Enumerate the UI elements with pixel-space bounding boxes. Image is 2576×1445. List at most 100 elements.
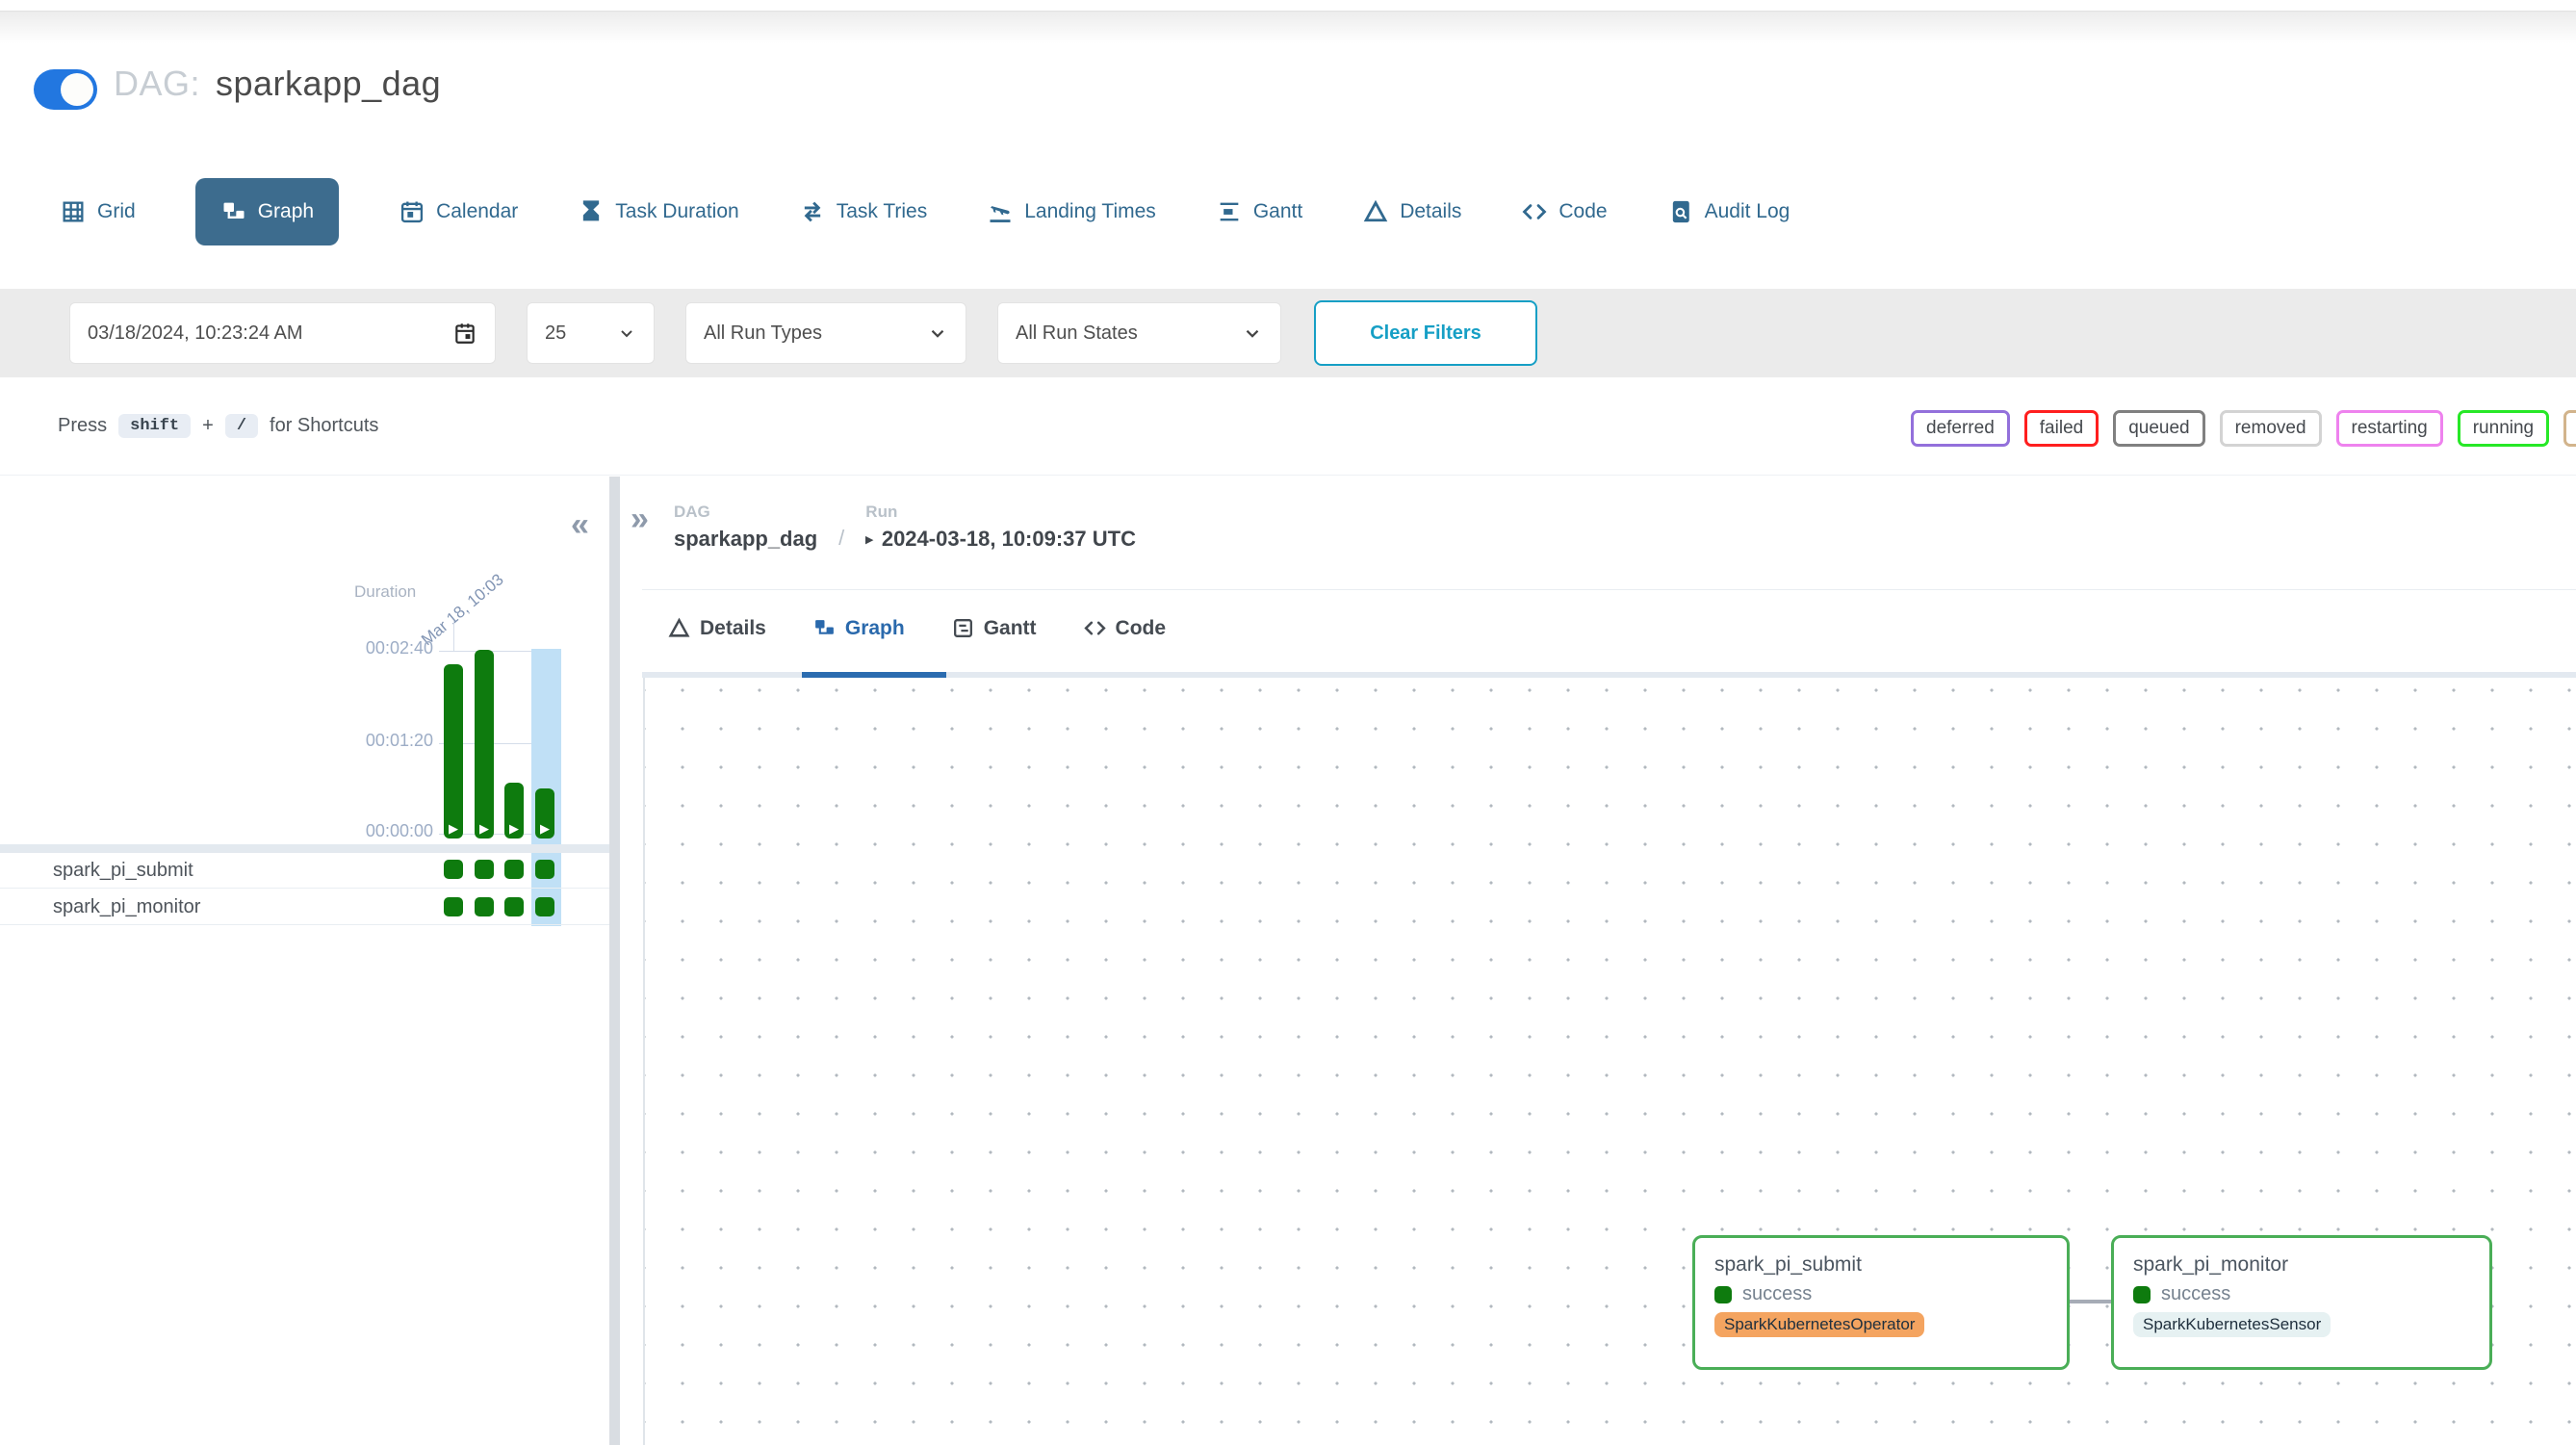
tab-label: Gantt bbox=[984, 617, 1037, 640]
tab-label: Landing Times bbox=[1024, 200, 1156, 223]
details-icon bbox=[667, 616, 691, 640]
toolbar-divider bbox=[0, 475, 2576, 476]
tab-label: Audit Log bbox=[1705, 200, 1790, 223]
task-instance-spark_pi_submit-run-3[interactable] bbox=[535, 860, 554, 879]
tab-audit-log[interactable]: Audit Log bbox=[1667, 198, 1790, 225]
task-instance-spark_pi_submit-run-0[interactable] bbox=[444, 860, 463, 879]
tab-label: Calendar bbox=[436, 200, 518, 223]
header-shadow bbox=[0, 11, 2576, 47]
toggle-knob bbox=[61, 73, 93, 106]
operator-badge: SparkKubernetesOperator bbox=[1714, 1312, 1924, 1337]
task-label-spark_pi_submit[interactable]: spark_pi_submit bbox=[53, 860, 193, 882]
tab-task-duration[interactable]: Task Duration bbox=[578, 198, 738, 225]
tab-label: Task Duration bbox=[615, 200, 738, 223]
legend-badge-queued[interactable]: queued bbox=[2113, 410, 2204, 447]
legend-badge-restarting[interactable]: restarting bbox=[2336, 410, 2443, 447]
state-legend: deferred failed queued removed restarting run… bbox=[1911, 410, 2576, 447]
task-instance-spark_pi_monitor-run-3[interactable] bbox=[535, 897, 554, 916]
base-date-value: 03/18/2024, 10:23:24 AM bbox=[88, 323, 303, 345]
tab-landing-times[interactable]: Landing Times bbox=[987, 198, 1156, 225]
airflow-dag-page: DAG: sparkapp_dag Grid Graph Calendar Ta… bbox=[0, 0, 2576, 1445]
tab-label: Graph bbox=[845, 617, 905, 640]
edge-spark_pi_submit-spark_pi_monitor bbox=[2070, 1300, 2111, 1303]
y-tick: 00:01:20 bbox=[345, 731, 433, 751]
tab-label: Graph bbox=[258, 200, 314, 223]
duration-bar-run-3[interactable]: ▶ bbox=[535, 788, 554, 839]
chevron-down-icon bbox=[1242, 323, 1263, 344]
tab-graph[interactable]: Graph bbox=[195, 178, 339, 245]
dag-view-tabs: Grid Graph Calendar Task Duration Task T… bbox=[60, 173, 1790, 250]
shortcuts-hint: Press shift + / for Shortcuts bbox=[58, 414, 378, 438]
graph-icon bbox=[812, 616, 837, 640]
play-icon: ▶ bbox=[475, 822, 494, 835]
task-instance-spark_pi_submit-run-2[interactable] bbox=[504, 860, 524, 879]
tab-label: Code bbox=[1116, 617, 1167, 640]
task-instance-spark_pi_submit-run-1[interactable] bbox=[475, 860, 494, 879]
task-label-spark_pi_monitor[interactable]: spark_pi_monitor bbox=[53, 896, 200, 918]
breadcrumb-run-value[interactable]: ▸ 2024-03-18, 10:09:37 UTC bbox=[865, 527, 1136, 552]
run-tab-details[interactable]: Details bbox=[667, 616, 766, 640]
breadcrumb-run: Run ▸ 2024-03-18, 10:09:37 UTC bbox=[865, 503, 1136, 552]
state-dot bbox=[1714, 1286, 1732, 1303]
shortcuts-text: Press bbox=[58, 415, 107, 437]
breadcrumb-dag-value[interactable]: sparkapp_dag bbox=[674, 527, 817, 552]
calendar-icon bbox=[452, 321, 477, 346]
state-dot bbox=[2133, 1286, 2151, 1303]
grid-icon bbox=[60, 198, 87, 225]
duration-bar-run-1[interactable]: ▶ bbox=[475, 650, 494, 839]
tab-code[interactable]: Code bbox=[1521, 198, 1607, 225]
tab-label: Code bbox=[1558, 200, 1607, 223]
breadcrumb-dag-label: DAG bbox=[674, 503, 817, 522]
tab-gantt[interactable]: Gantt bbox=[1216, 198, 1302, 225]
legend-badge-deferred[interactable]: deferred bbox=[1911, 410, 2010, 447]
run-types-select[interactable]: All Run Types bbox=[685, 302, 966, 364]
run-states-select[interactable]: All Run States bbox=[997, 302, 1281, 364]
shortcuts-plus: + bbox=[202, 415, 214, 437]
breadcrumb: DAG sparkapp_dag / Run ▸ 2024-03-18, 10:… bbox=[674, 503, 1136, 552]
breadcrumb-dag: DAG sparkapp_dag bbox=[674, 503, 817, 552]
dag-prefix-label: DAG: bbox=[114, 64, 200, 104]
panel-resize-divider[interactable] bbox=[609, 477, 620, 1445]
task-instance-spark_pi_monitor-run-2[interactable] bbox=[504, 897, 524, 916]
collapse-grid-button[interactable]: « bbox=[571, 508, 589, 541]
tab-label: Gantt bbox=[1253, 200, 1302, 223]
landing-times-icon bbox=[987, 198, 1014, 225]
legend-badge-failed[interactable]: failed bbox=[2024, 410, 2099, 447]
y-tick: 00:02:40 bbox=[345, 638, 433, 658]
x-axis-tick bbox=[453, 621, 454, 651]
chevron-down-icon bbox=[617, 323, 636, 343]
task-node-spark_pi_monitor[interactable]: spark_pi_monitor success SparkKubernetes… bbox=[2111, 1235, 2492, 1370]
tab-details[interactable]: Details bbox=[1362, 198, 1461, 225]
legend-badge-removed[interactable]: removed bbox=[2220, 410, 2322, 447]
duration-axis-label: Duration bbox=[354, 582, 416, 602]
legend-badge-scheduled[interactable]: scheduled bbox=[2563, 410, 2576, 447]
run-tab-code[interactable]: Code bbox=[1083, 616, 1167, 640]
tab-calendar[interactable]: Calendar bbox=[399, 198, 518, 225]
base-date-input[interactable]: 03/18/2024, 10:23:24 AM bbox=[69, 302, 496, 364]
tab-label: Details bbox=[700, 617, 766, 640]
tab-grid[interactable]: Grid bbox=[60, 198, 136, 225]
duration-bar-run-2[interactable]: ▶ bbox=[504, 783, 524, 839]
run-tab-graph[interactable]: Graph bbox=[812, 616, 905, 640]
gantt-doc-icon bbox=[951, 616, 975, 640]
tab-task-tries[interactable]: Task Tries bbox=[799, 198, 928, 225]
code-icon bbox=[1083, 616, 1107, 640]
task-node-spark_pi_submit[interactable]: spark_pi_submit success SparkKubernetesO… bbox=[1692, 1235, 2070, 1370]
duration-bar-run-0[interactable]: ▶ bbox=[444, 664, 463, 839]
node-title: spark_pi_submit bbox=[1714, 1253, 2048, 1277]
play-icon: ▶ bbox=[535, 822, 554, 835]
task-instance-spark_pi_monitor-run-0[interactable] bbox=[444, 897, 463, 916]
dag-pause-toggle[interactable] bbox=[34, 69, 97, 110]
task-instance-spark_pi_monitor-run-1[interactable] bbox=[475, 897, 494, 916]
clear-filters-button[interactable]: Clear Filters bbox=[1314, 300, 1537, 366]
details-icon bbox=[1362, 198, 1389, 225]
audit-log-icon bbox=[1667, 198, 1694, 225]
tab-label: Details bbox=[1400, 200, 1461, 223]
run-tab-gantt[interactable]: Gantt bbox=[951, 616, 1037, 640]
page-size-select[interactable]: 25 bbox=[527, 302, 655, 364]
code-icon bbox=[1521, 198, 1548, 225]
expand-panel-button[interactable]: » bbox=[631, 503, 649, 535]
breadcrumb-separator: / bbox=[838, 526, 844, 552]
chevron-down-icon bbox=[927, 323, 948, 344]
legend-badge-running[interactable]: running bbox=[2458, 410, 2549, 447]
